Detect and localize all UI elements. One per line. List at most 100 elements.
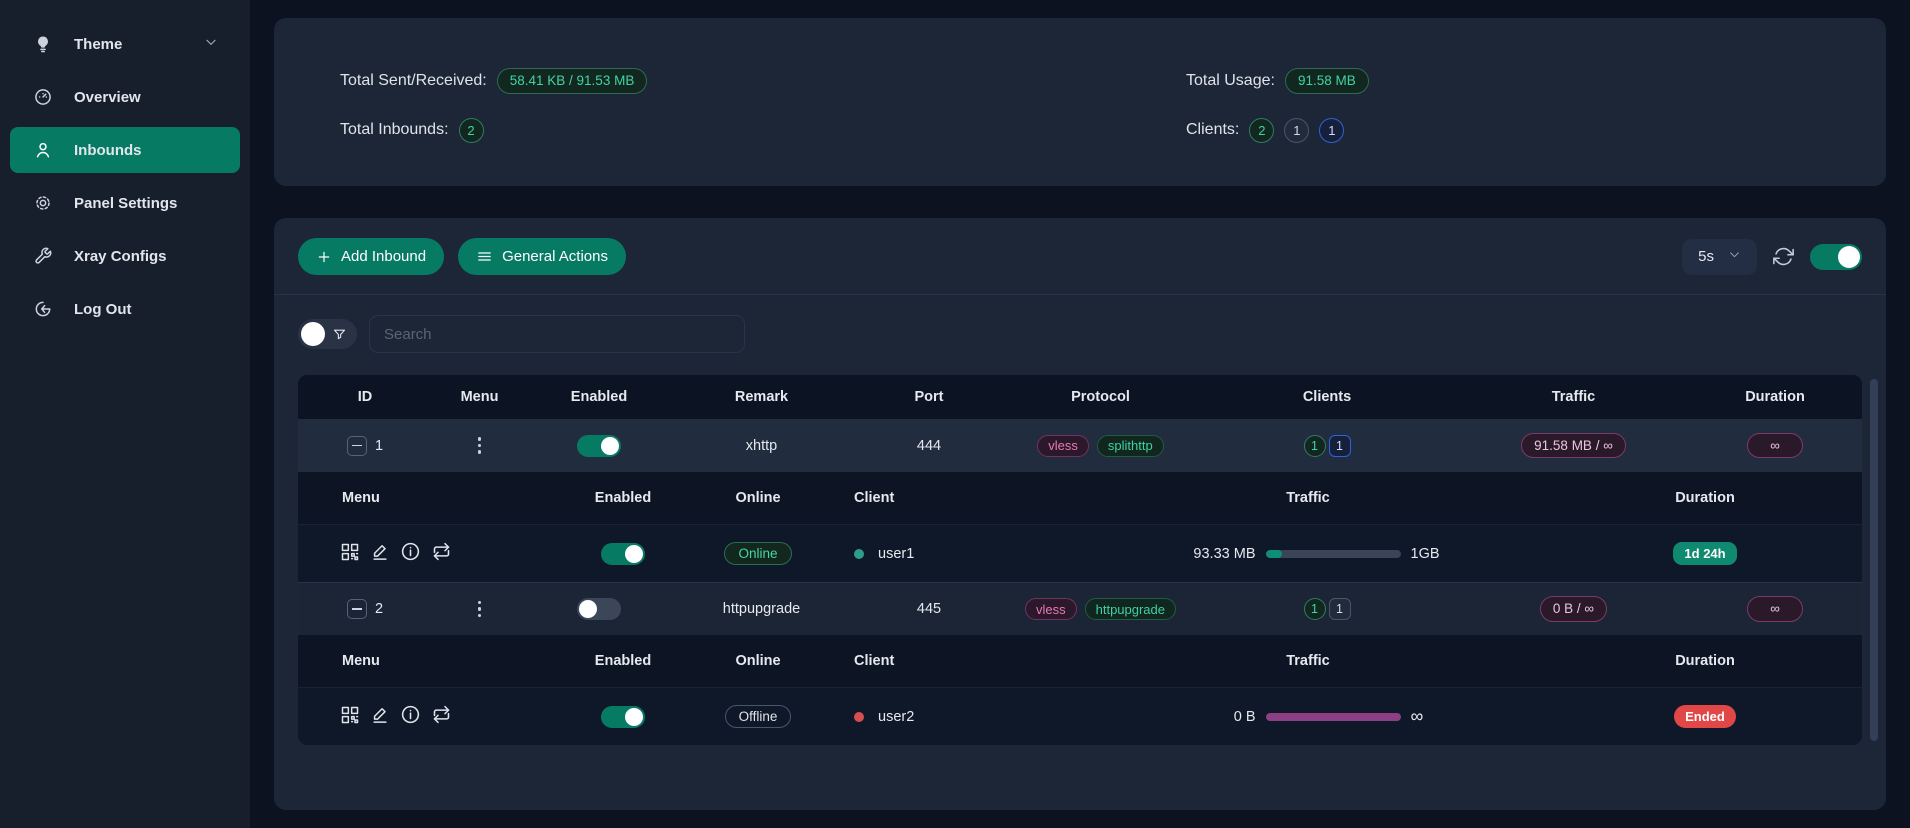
traffic-badge: 91.58 MB / ∞ [1521, 433, 1626, 459]
client-name: user1 [878, 546, 914, 562]
edit-icon[interactable] [370, 542, 390, 566]
online-status-badge: Offline [725, 705, 792, 728]
col-header-menu: Menu [432, 389, 527, 405]
stat-total-usage-badge: 91.58 MB [1285, 68, 1369, 94]
inbound-row-2: 2 httpupgrade 445 vless httpupgrade 1 1 … [298, 582, 1862, 635]
table-scrollbar[interactable] [1870, 379, 1878, 741]
clients-header-row: Menu Enabled Online Client Traffic Durat… [298, 472, 1862, 524]
sidebar-item-inbounds[interactable]: Inbounds [10, 127, 240, 173]
col-header-enabled: Enabled [527, 389, 671, 405]
search-row [298, 315, 1862, 353]
sidebar-item-theme[interactable]: Theme [10, 21, 240, 67]
stat-sent-received: Total Sent/Received: 58.41 KB / 91.53 MB [340, 68, 1186, 94]
client-duration-badge: 1d 24h [1673, 542, 1736, 565]
row-menu-icon[interactable] [474, 597, 486, 622]
inbound-port: 444 [852, 438, 1006, 454]
auto-refresh-toggle[interactable] [1810, 244, 1862, 270]
clients-online-badge: 1 [1319, 118, 1344, 143]
inbound-port: 445 [852, 601, 1006, 617]
col-header-protocol: Protocol [1006, 389, 1195, 405]
sidebar-item-label: Theme [74, 36, 122, 53]
sidebar-item-overview[interactable]: Overview [10, 74, 240, 120]
reset-traffic-icon[interactable] [431, 541, 452, 566]
general-actions-button[interactable]: General Actions [458, 238, 626, 275]
edit-icon[interactable] [370, 705, 390, 729]
stat-label: Total Inbounds: [340, 121, 449, 139]
col-header-port: Port [852, 389, 1006, 405]
inbound-enabled-toggle[interactable] [577, 598, 621, 620]
online-status-badge: Online [724, 542, 791, 565]
toolbar: Add Inbound General Actions 5s [298, 238, 1862, 275]
general-actions-label: General Actions [502, 248, 608, 265]
sidebar-item-panel-settings[interactable]: Panel Settings [10, 180, 240, 226]
gauge-icon [32, 86, 54, 108]
reset-traffic-icon[interactable] [431, 704, 452, 729]
sidebar-item-logout[interactable]: Log Out [10, 286, 240, 332]
collapse-row-button[interactable] [347, 599, 367, 619]
protocol-badge: vless [1037, 435, 1089, 457]
inbound-row-1: 1 xhttp 444 vless splithttp 1 1 91.58 MB… [298, 419, 1862, 472]
add-inbound-label: Add Inbound [341, 248, 426, 265]
logout-icon [32, 298, 54, 320]
info-icon[interactable] [400, 541, 421, 566]
traffic-progress-bar [1266, 550, 1401, 558]
col-header-id: ID [298, 389, 432, 405]
sidebar: Theme Overview Inbounds Panel Settings [0, 0, 250, 828]
col-header-remark: Remark [671, 389, 852, 405]
toggle-knob [1838, 246, 1860, 268]
inbound-id: 1 [375, 438, 383, 454]
toggle-knob [579, 600, 597, 618]
client-count-badge: 1 [1304, 598, 1326, 620]
stat-sent-received-badge: 58.41 KB / 91.53 MB [497, 68, 648, 94]
bulb-icon [32, 33, 54, 55]
inbounds-table: ID Menu Enabled Remark Port Protocol Cli… [298, 375, 1862, 745]
sidebar-item-label: Panel Settings [74, 195, 177, 212]
stat-label: Clients: [1186, 121, 1239, 139]
traffic-used: 93.33 MB [1170, 546, 1256, 562]
traffic-total: ∞ [1411, 706, 1447, 727]
toolbar-divider [274, 294, 1886, 295]
inbound-remark: httpupgrade [671, 601, 852, 617]
duration-badge: ∞ [1747, 433, 1803, 459]
stat-total-inbounds-badge: 2 [459, 118, 484, 143]
client-enabled-toggle[interactable] [601, 706, 645, 728]
refresh-icon[interactable] [1773, 246, 1794, 267]
toggle-knob [625, 545, 643, 563]
toolbar-right: 5s [1682, 239, 1862, 275]
client-row-user2: Offline user2 0 B ∞ Ended [298, 687, 1862, 745]
stat-label: Total Sent/Received: [340, 72, 487, 90]
row-menu-icon[interactable] [474, 433, 486, 458]
client-duration-badge: Ended [1674, 705, 1736, 728]
collapse-row-button[interactable] [347, 436, 367, 456]
sidebar-item-xray-configs[interactable]: Xray Configs [10, 233, 240, 279]
protocol-badge: vless [1025, 598, 1077, 620]
inbound-1-clients-section: Menu Enabled Online Client Traffic Durat… [298, 472, 1862, 582]
filter-funnel-icon [332, 327, 347, 342]
sub-col-duration: Duration [1548, 653, 1862, 669]
stat-clients: Clients: 2 1 1 [1186, 118, 1820, 143]
inbound-2-clients-section: Menu Enabled Online Client Traffic Durat… [298, 635, 1862, 745]
client-status-dot [854, 712, 864, 722]
search-input[interactable] [369, 315, 745, 353]
traffic-total: 1GB [1411, 546, 1447, 562]
info-icon[interactable] [400, 704, 421, 729]
inbound-remark: xhttp [671, 438, 852, 454]
qrcode-icon[interactable] [340, 705, 360, 729]
add-inbound-button[interactable]: Add Inbound [298, 238, 444, 275]
client-count-badge: 1 [1304, 435, 1326, 457]
traffic-badge: 0 B / ∞ [1540, 596, 1607, 622]
client-enabled-toggle[interactable] [601, 543, 645, 565]
sidebar-item-label: Overview [74, 89, 141, 106]
col-header-traffic: Traffic [1459, 389, 1688, 405]
sidebar-item-label: Inbounds [74, 142, 142, 159]
sub-col-menu: Menu [298, 490, 548, 506]
filter-toggle[interactable] [298, 319, 357, 349]
inbound-enabled-toggle[interactable] [577, 435, 621, 457]
sidebar-item-label: Log Out [74, 301, 131, 318]
client-row-user1: Online user1 93.33 MB 1GB 1d 24h [298, 524, 1862, 582]
clients-header-row: Menu Enabled Online Client Traffic Durat… [298, 635, 1862, 687]
sub-col-traffic: Traffic [1068, 653, 1548, 669]
qrcode-icon[interactable] [340, 542, 360, 566]
stat-label: Total Usage: [1186, 72, 1275, 90]
refresh-interval-select[interactable]: 5s [1682, 239, 1757, 275]
